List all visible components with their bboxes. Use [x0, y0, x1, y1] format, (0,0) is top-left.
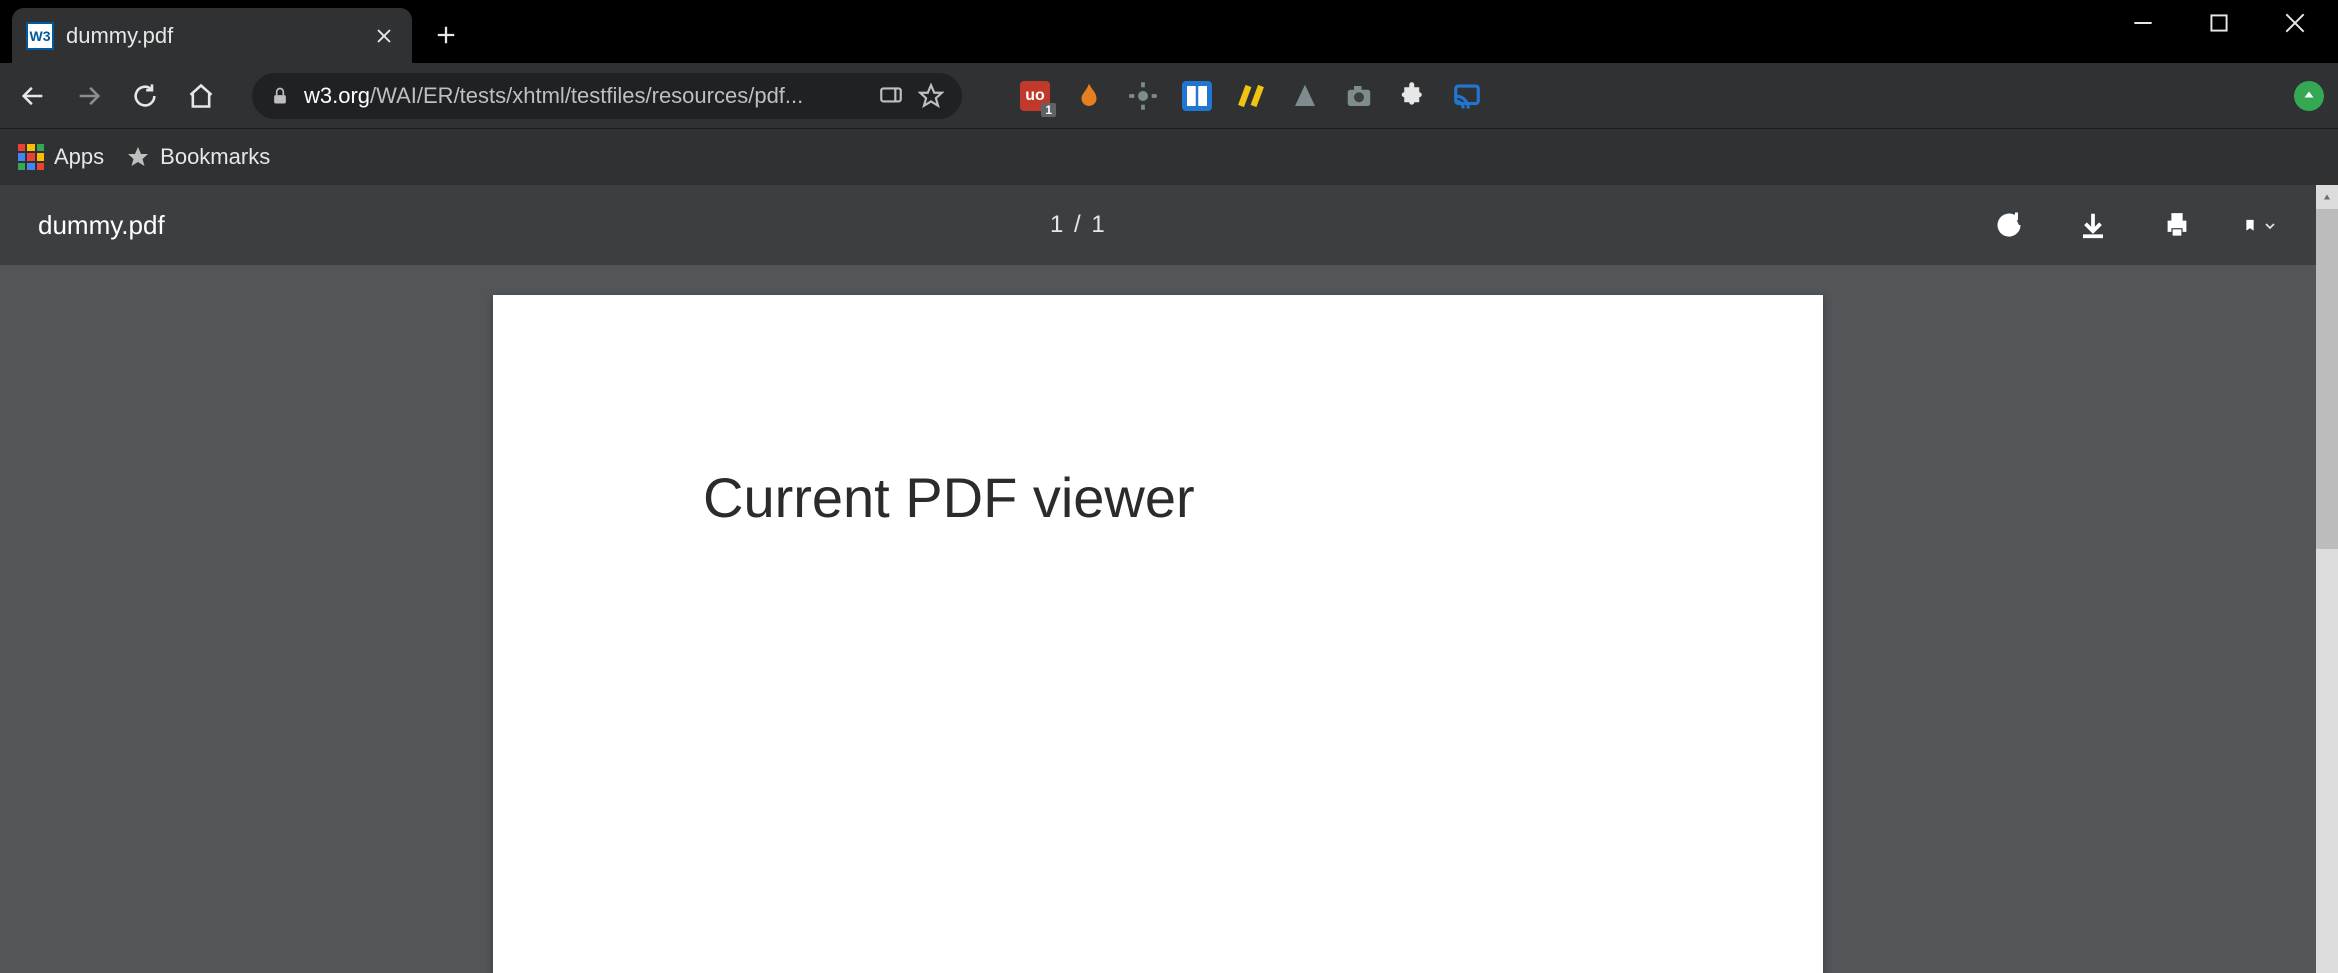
pdf-filename: dummy.pdf [38, 210, 165, 241]
nav-home-button[interactable] [182, 77, 220, 115]
extension-camera[interactable] [1344, 81, 1374, 111]
window-controls [2130, 0, 2338, 45]
tab-strip: W3 dummy.pdf [0, 0, 2338, 63]
close-icon [375, 27, 393, 45]
profile-button[interactable] [2294, 81, 2324, 111]
extensions-menu-button[interactable] [1398, 81, 1428, 111]
stripes-icon [1236, 81, 1266, 111]
window-minimize-button[interactable] [2130, 10, 2156, 36]
apps-shortcut[interactable]: Apps [18, 144, 104, 170]
home-icon [187, 82, 215, 110]
extension-stripes[interactable] [1236, 81, 1266, 111]
scroll-track[interactable] [2316, 549, 2338, 973]
rotate-icon [1994, 210, 2024, 240]
star-filled-icon [126, 145, 150, 169]
reload-icon [131, 82, 159, 110]
bookmark-star-button[interactable] [918, 83, 944, 109]
pdf-document-heading: Current PDF viewer [703, 465, 1823, 530]
extension-gear[interactable] [1128, 81, 1158, 111]
flame-icon [1074, 81, 1104, 111]
extensions-row: uo 1 [1020, 81, 1482, 111]
arrow-up-icon [2300, 87, 2318, 105]
bookmark-icon [2244, 210, 2256, 240]
pdf-toolbar: dummy.pdf 1 / 1 [0, 185, 2316, 265]
browser-tab[interactable]: W3 dummy.pdf [12, 8, 412, 63]
lock-icon [270, 86, 290, 106]
cast-icon [1452, 81, 1482, 111]
pdf-rotate-button[interactable] [1992, 208, 2026, 242]
favicon-w3-icon: W3 [26, 22, 54, 50]
nav-forward-button[interactable] [70, 77, 108, 115]
scroll-up-button[interactable] [2316, 185, 2338, 209]
screen-icon [878, 83, 904, 109]
extension-ublock[interactable]: uo 1 [1020, 81, 1050, 111]
extension-hat[interactable] [1290, 81, 1320, 111]
print-icon [2162, 210, 2192, 240]
bookmarks-label: Bookmarks [160, 144, 270, 170]
nav-reload-button[interactable] [126, 77, 164, 115]
apps-label: Apps [54, 144, 104, 170]
scroll-thumb[interactable] [2316, 209, 2338, 549]
triangle-up-icon [2321, 191, 2333, 203]
pdf-print-button[interactable] [2160, 208, 2194, 242]
arrow-left-icon [19, 82, 47, 110]
pdf-page-stage[interactable]: Current PDF viewer [0, 265, 2316, 973]
pdf-download-button[interactable] [2076, 208, 2110, 242]
close-icon [2282, 10, 2308, 36]
chevron-down-icon [2262, 210, 2278, 241]
book-icon [1182, 81, 1212, 111]
download-icon [2078, 210, 2108, 240]
nav-back-button[interactable] [14, 77, 52, 115]
gear-icon [1128, 81, 1158, 111]
window-close-button[interactable] [2282, 10, 2308, 36]
extension-flame[interactable] [1074, 81, 1104, 111]
apps-grid-icon [18, 144, 44, 170]
tab-close-button[interactable] [370, 22, 398, 50]
camera-icon [1344, 81, 1374, 111]
puzzle-icon [1398, 81, 1428, 111]
pdf-bookmark-button[interactable] [2244, 208, 2278, 242]
vertical-scrollbar[interactable] [2316, 185, 2338, 973]
maximize-icon [2206, 10, 2232, 36]
bookmarks-bar: Apps Bookmarks [0, 128, 2338, 185]
url-host: w3.org [304, 83, 370, 108]
wizard-icon [1290, 81, 1320, 111]
browser-toolbar: w3.org/WAI/ER/tests/xhtml/testfiles/reso… [0, 63, 2338, 128]
cast-button[interactable] [1452, 81, 1482, 111]
minimize-icon [2130, 10, 2156, 36]
extension-reader[interactable] [1182, 81, 1212, 111]
plus-icon [435, 24, 457, 46]
url-path: /WAI/ER/tests/xhtml/testfiles/resources/… [370, 83, 803, 108]
pdf-page-indicator[interactable]: 1 / 1 [1050, 211, 1107, 239]
window-maximize-button[interactable] [2206, 10, 2232, 36]
pdf-viewer: dummy.pdf 1 / 1 [0, 185, 2338, 973]
new-tab-button[interactable] [422, 11, 470, 59]
star-icon [918, 83, 944, 109]
omnibox[interactable]: w3.org/WAI/ER/tests/xhtml/testfiles/reso… [252, 73, 962, 119]
bookmarks-folder[interactable]: Bookmarks [126, 144, 270, 170]
url-text: w3.org/WAI/ER/tests/xhtml/testfiles/reso… [304, 83, 803, 109]
pdf-page: Current PDF viewer [493, 295, 1823, 973]
pdf-actions [1992, 208, 2278, 242]
arrow-right-icon [75, 82, 103, 110]
tab-title: dummy.pdf [66, 23, 358, 49]
ublock-badge: 1 [1041, 103, 1056, 117]
install-app-button[interactable] [878, 83, 904, 109]
